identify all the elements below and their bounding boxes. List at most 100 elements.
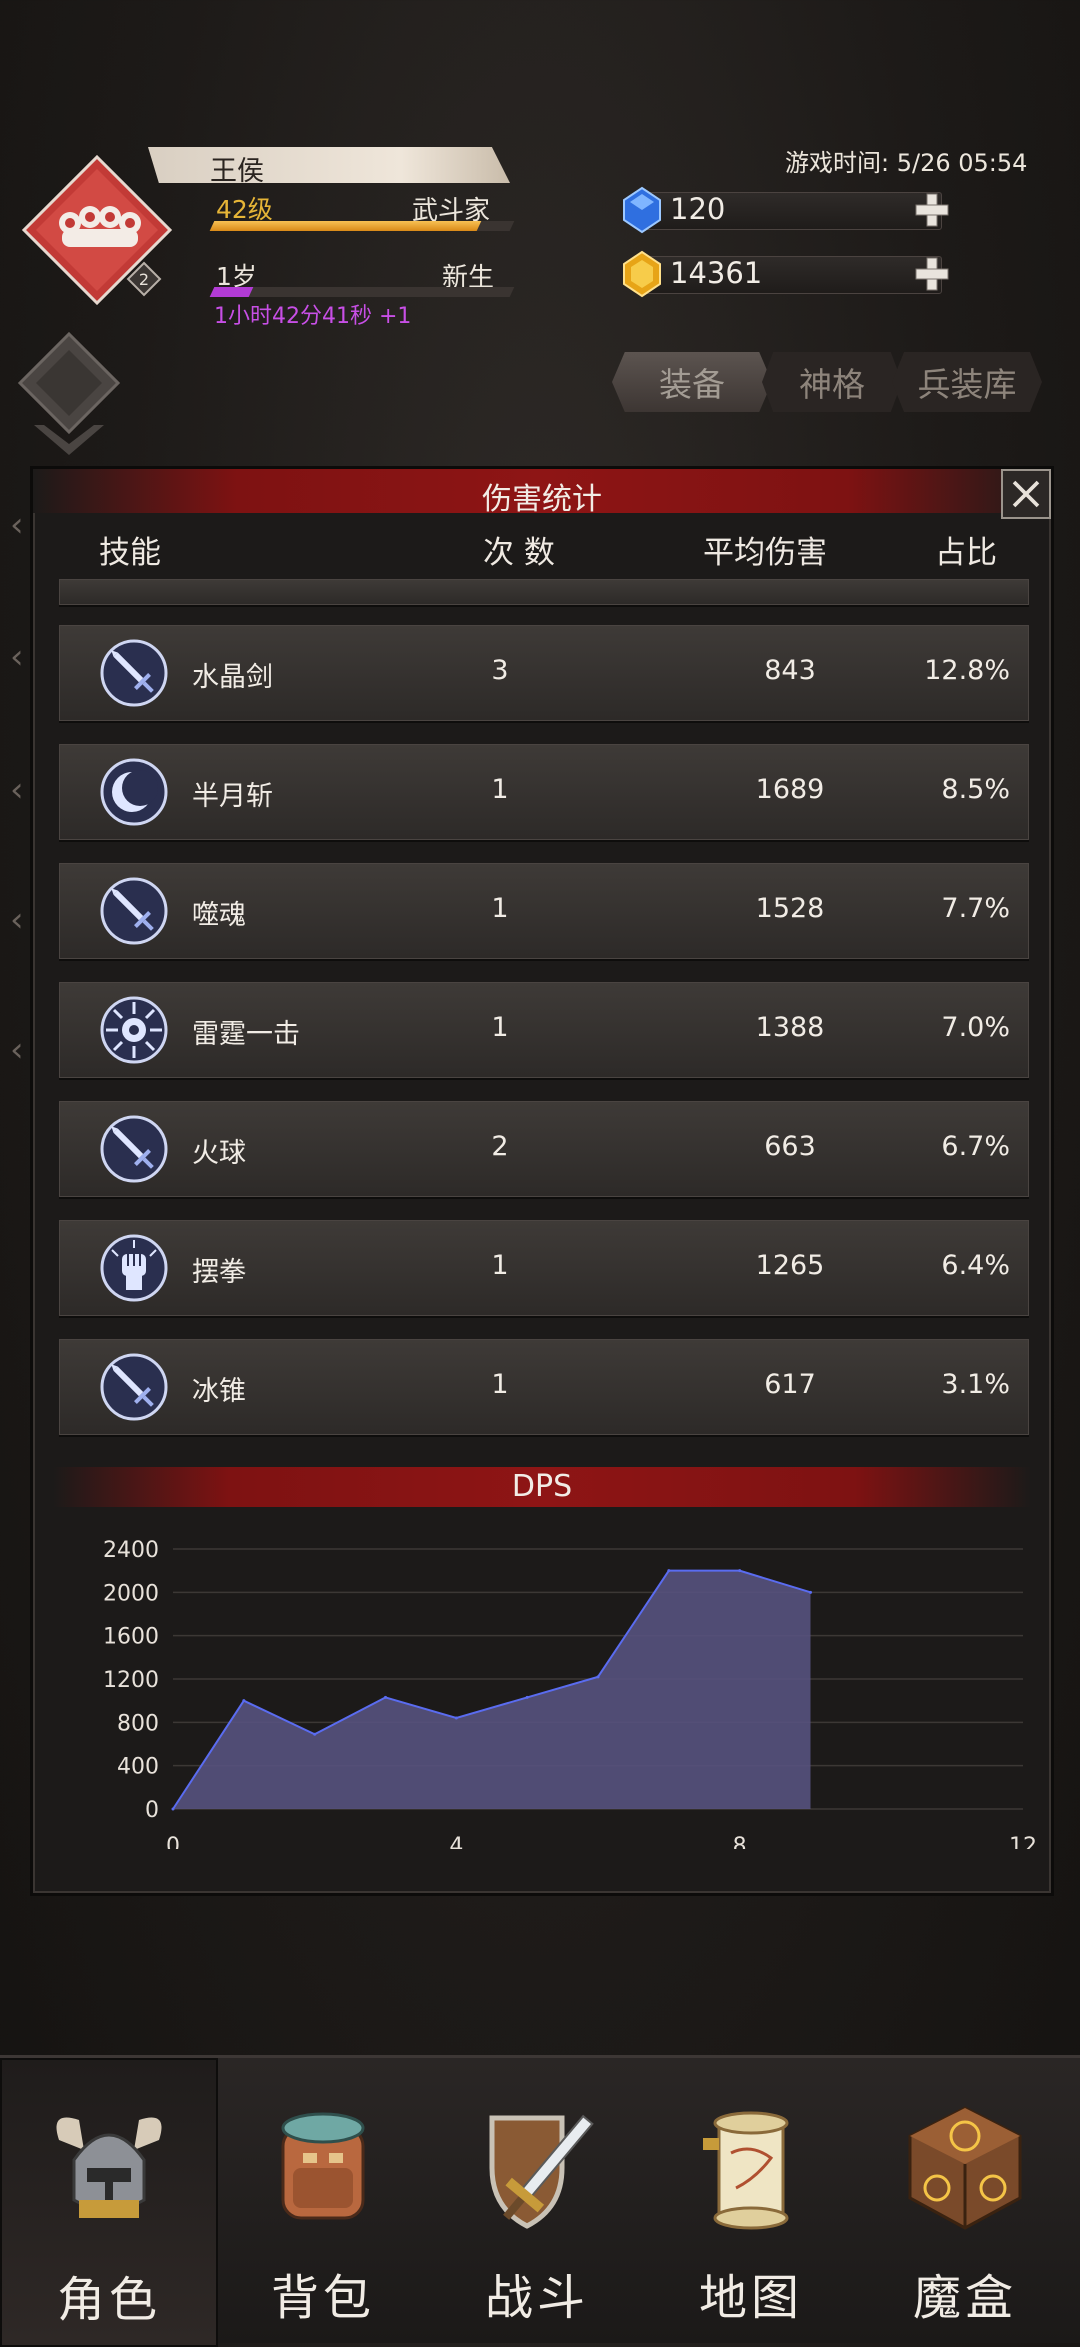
crescent-icon (100, 758, 168, 826)
fist-icon (100, 1234, 168, 1302)
gold-gem-icon (623, 250, 661, 298)
tab-equipment[interactable]: 装备 (612, 352, 772, 412)
level-progress-bar (209, 221, 482, 231)
chevron-left-icon: ‹ (10, 770, 24, 810)
modal-title: 伤害统计 (482, 482, 602, 517)
sword-icon (100, 877, 168, 945)
skill-name: 水晶剑 (192, 662, 273, 693)
dps-area (173, 1570, 811, 1809)
skill-avg-damage: 663 (764, 1131, 816, 1162)
nav-label: 角色 (56, 2272, 161, 2328)
close-icon (1012, 480, 1040, 508)
dps-point (313, 1732, 317, 1736)
y-tick-label: 0 (145, 1798, 159, 1823)
skill-avg-damage: 617 (764, 1369, 816, 1400)
close-button[interactable] (1001, 469, 1051, 519)
gem-amount: 120 (670, 192, 726, 226)
skill-count: 2 (491, 1131, 509, 1162)
magic-box-icon (908, 2106, 1022, 2230)
skill-percent: 7.7% (941, 893, 1010, 924)
chevron-left-icon: ‹ (10, 900, 24, 940)
dps-chart: 0 400 800 1200 1600 2000 2400 0 4 8 12 (103, 1538, 1037, 1849)
nav-label: 地图 (698, 2270, 803, 2326)
skill-name: 火球 (192, 1138, 246, 1169)
add-gold-button[interactable] (912, 254, 952, 294)
dps-point (738, 1569, 742, 1573)
age-progress-track (209, 287, 515, 297)
sword-shield-icon (489, 2114, 594, 2229)
skill-name: 雷霆一击 (192, 1019, 300, 1050)
x-tick-label: 4 (449, 1834, 463, 1849)
table-row: 水晶剑 3 843 12.8% (59, 625, 1029, 721)
skill-count: 1 (491, 774, 509, 805)
nav-item-1[interactable]: 背包 (216, 2058, 430, 2343)
skill-percent: 6.7% (941, 1131, 1010, 1162)
tab-armory[interactable]: 兵装库 (892, 352, 1042, 412)
chevron-left-icon: ‹ (10, 1030, 24, 1070)
nav-item-2[interactable]: 战斗 (430, 2058, 644, 2343)
nav-label: 魔盒 (912, 2270, 1017, 2326)
dps-point (809, 1590, 812, 1594)
nav-item-4[interactable]: 魔盒 (858, 2058, 1072, 2343)
table-row: 摆拳 1 1265 6.4% (59, 1220, 1029, 1316)
column-header-count: 次 数 (483, 535, 555, 571)
class-emblem-icon[interactable]: 2 (22, 155, 172, 305)
column-header-percent: 占比 (935, 535, 997, 571)
nav-item-0[interactable]: 角色 (0, 2058, 218, 2347)
skill-percent: 8.5% (941, 774, 1010, 805)
dps-point (454, 1716, 458, 1720)
dps-point (596, 1675, 600, 1679)
skill-avg-damage: 843 (764, 655, 816, 686)
add-gems-button[interactable] (912, 190, 952, 230)
sword-icon (100, 1353, 168, 1421)
skill-name: 摆拳 (192, 1257, 246, 1288)
x-tick-label: 8 (733, 1834, 747, 1849)
gold-amount: 14361 (670, 256, 763, 290)
table-row: 火球 2 663 6.7% (59, 1101, 1029, 1197)
tab-divinity[interactable]: 神格 (762, 352, 902, 412)
dps-title: DPS (511, 1469, 573, 1504)
skill-percent: 12.8% (924, 655, 1010, 686)
dps-point (171, 1807, 175, 1811)
age-progress-bar (209, 287, 254, 297)
chevron-left-icon: ‹ (10, 637, 24, 677)
dps-point (384, 1695, 387, 1699)
backpack-icon (281, 2112, 365, 2220)
bottom-nav: 角色 背包 战斗 地图 魔盒 (0, 2055, 1080, 2347)
skill-avg-damage: 1528 (755, 893, 825, 924)
y-tick-label: 400 (117, 1755, 159, 1780)
y-tick-label: 1200 (103, 1668, 159, 1693)
game-time: 游戏时间: 5/26 05:54 (785, 149, 1028, 177)
damage-stats-modal: 伤害统计 技能 次 数 平均伤害 占比 水晶剑 3 843 12.8% 半月斩 1 1689… (30, 466, 1054, 1896)
diamond-menu-icon[interactable] (14, 330, 124, 460)
skill-percent: 6.4% (941, 1250, 1010, 1281)
dps-point (242, 1699, 246, 1703)
skill-count: 1 (491, 1250, 509, 1281)
age-timer: 1小时42分41秒 +1 (214, 304, 412, 329)
column-header-avg-damage: 平均伤害 (703, 535, 827, 571)
name-plate (148, 147, 510, 183)
skill-avg-damage: 1689 (755, 774, 825, 805)
skill-count: 1 (491, 1012, 509, 1043)
gold-currency: 14361 (620, 250, 952, 298)
dps-point (525, 1695, 529, 1699)
y-tick-label: 2400 (103, 1538, 159, 1563)
table-row: 雷霆一击 1 1388 7.0% (59, 982, 1029, 1078)
x-tick-label: 12 (1009, 1834, 1037, 1849)
nav-item-3[interactable]: 地图 (644, 2058, 858, 2343)
nav-label: 战斗 (484, 2270, 589, 2326)
skill-avg-damage: 1388 (755, 1012, 825, 1043)
blue-gem-icon (623, 186, 661, 234)
table-row: 噬魂 1 1528 7.7% (59, 863, 1029, 959)
skill-name: 冰锥 (192, 1376, 246, 1407)
sword-icon (100, 639, 168, 707)
skill-name: 噬魂 (192, 900, 246, 931)
rank-badge: 2 (139, 270, 149, 289)
skill-count: 1 (491, 893, 509, 924)
skill-count: 3 (491, 655, 509, 686)
y-tick-label: 2000 (103, 1581, 159, 1606)
skill-avg-damage: 1265 (755, 1250, 825, 1281)
table-row: 半月斩 1 1689 8.5% (59, 744, 1029, 840)
skill-count: 1 (491, 1369, 509, 1400)
scroll-map-icon (703, 2111, 789, 2230)
